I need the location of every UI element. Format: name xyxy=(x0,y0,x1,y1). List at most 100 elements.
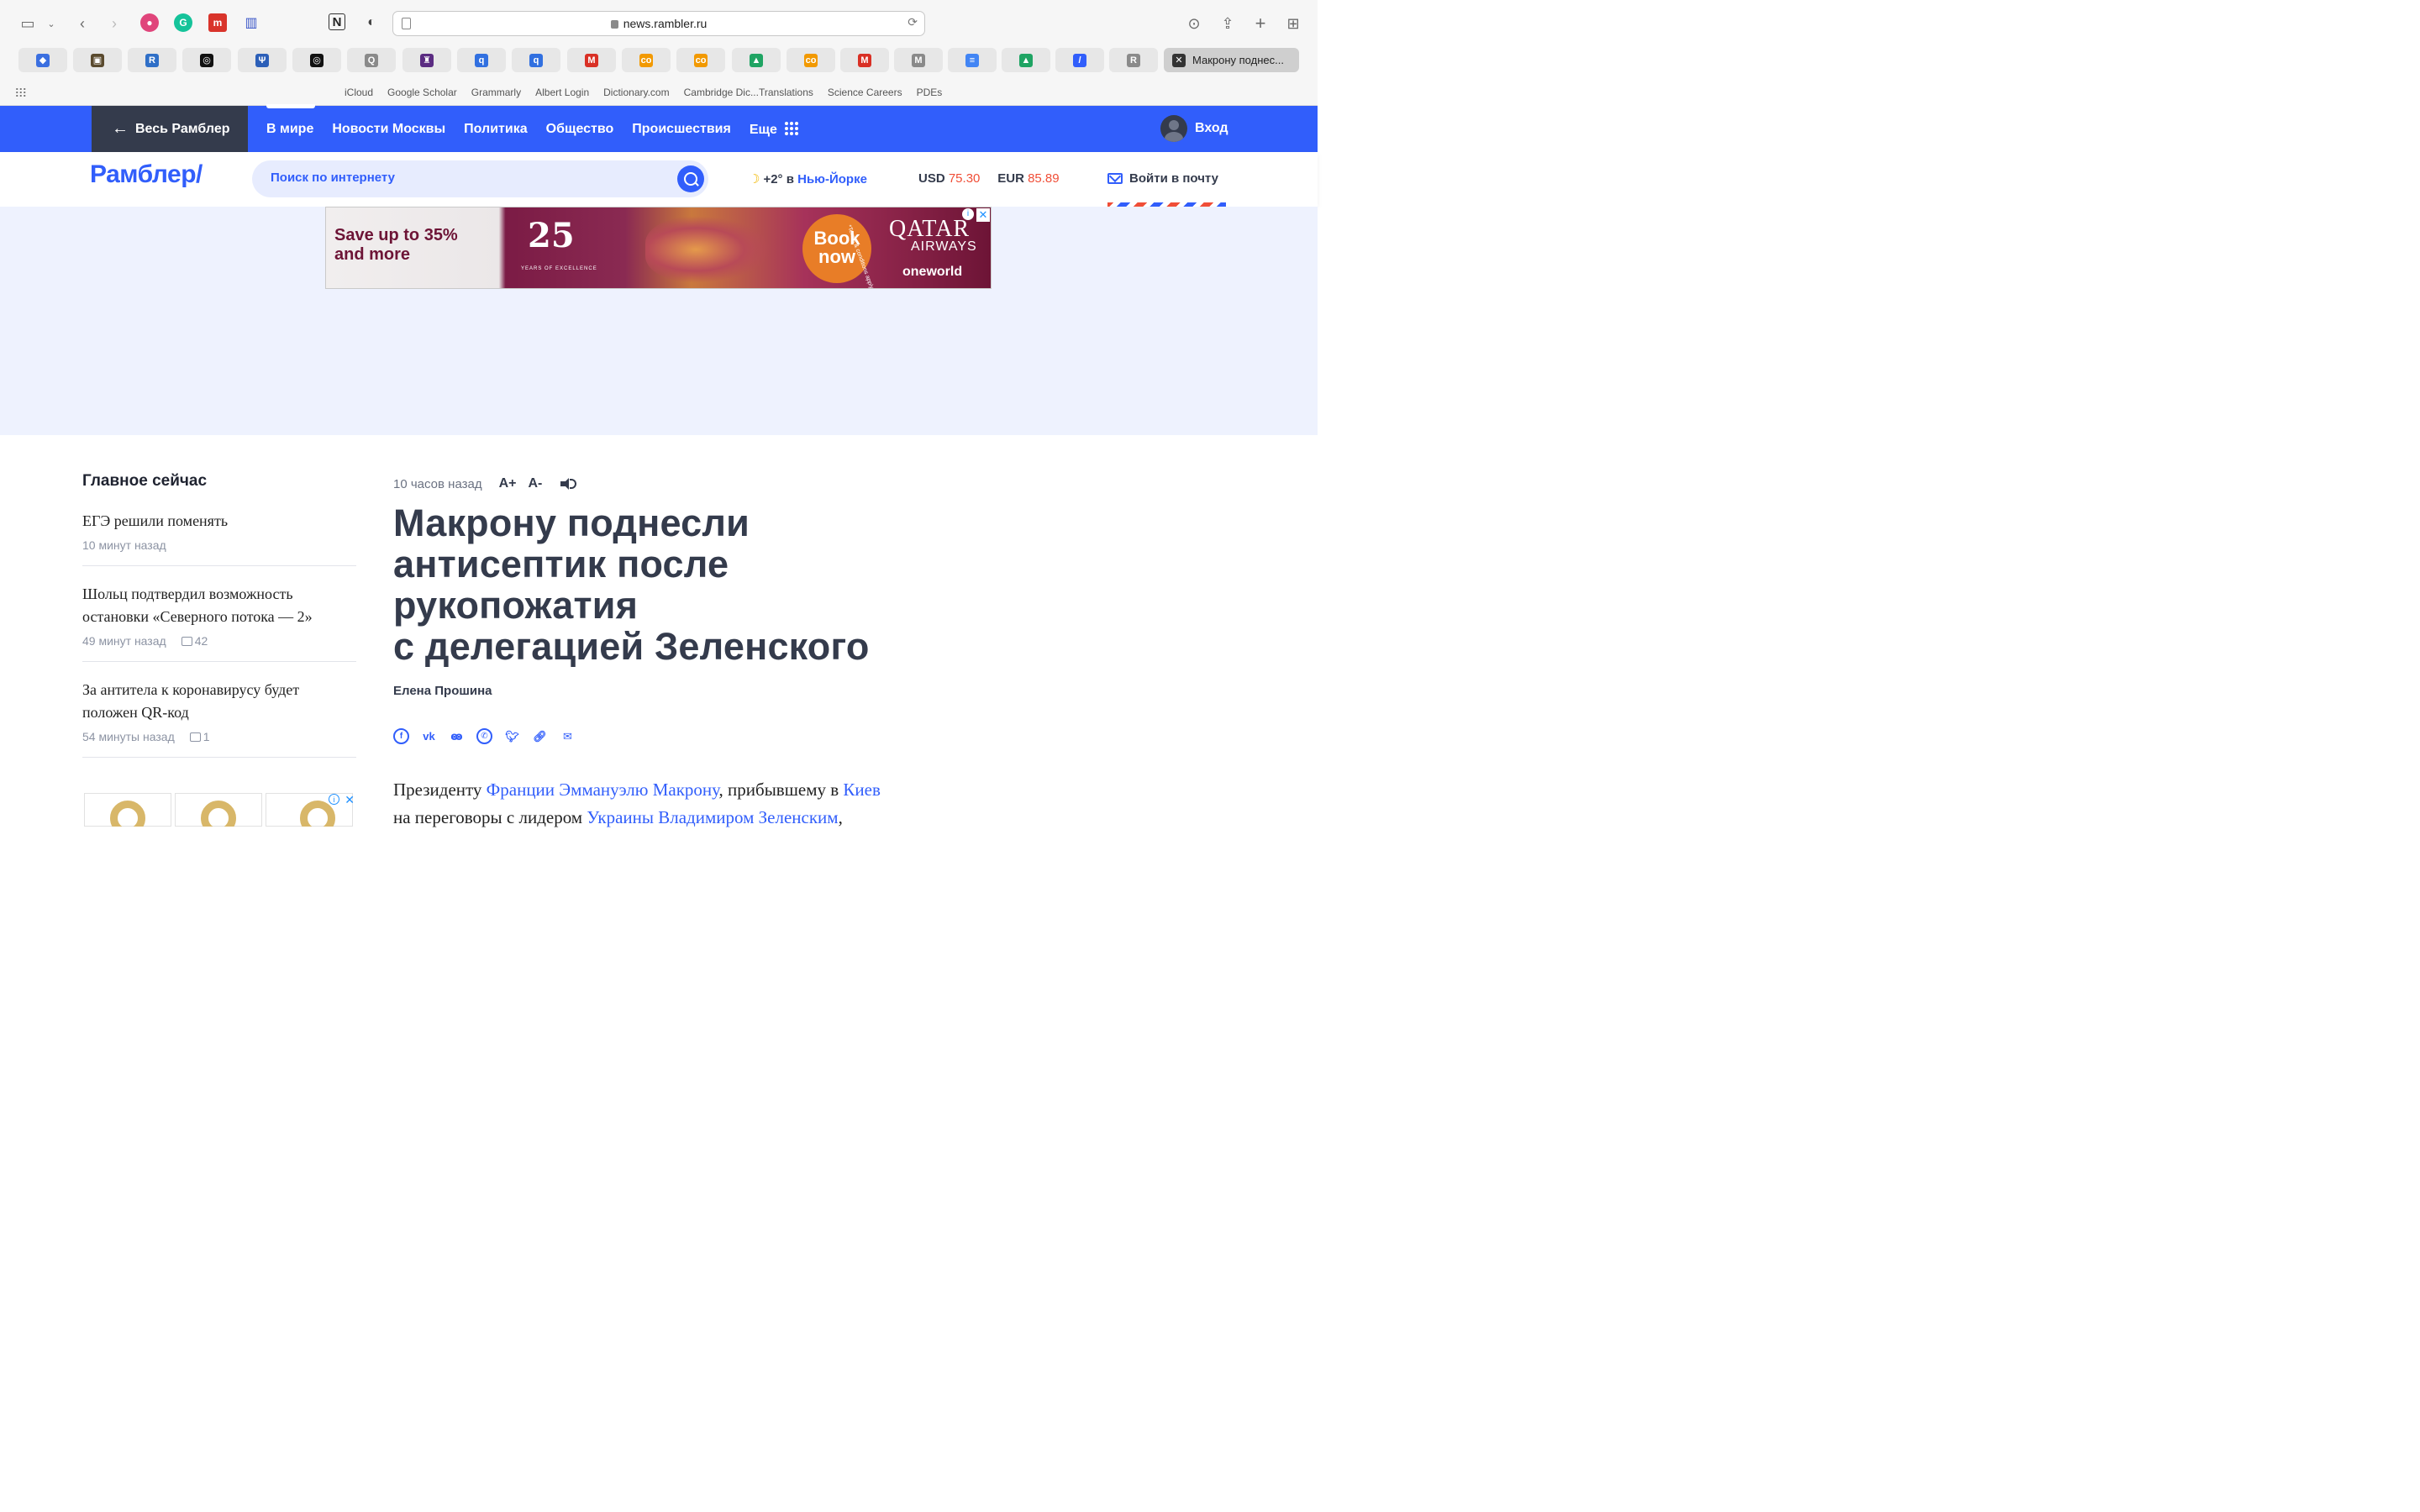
search-input[interactable] xyxy=(271,171,666,185)
tab[interactable]: co xyxy=(676,48,725,72)
search-icon[interactable] xyxy=(677,165,704,192)
download-icon[interactable]: ⊙ xyxy=(1182,12,1206,35)
link-kiev[interactable]: Киев xyxy=(843,780,880,800)
qatar-ad-banner[interactable]: Save up to 35% and more 25 YEARS OF EXCE… xyxy=(325,207,992,289)
new-tab-icon[interactable]: + xyxy=(1249,12,1272,35)
ad-product-image[interactable] xyxy=(266,793,353,827)
shield-icon[interactable]: ◐ xyxy=(362,13,381,32)
speaker-icon[interactable] xyxy=(560,478,577,490)
close-tab-icon[interactable]: ✕ xyxy=(1172,53,1186,67)
all-rambler-button[interactable]: ← Весь Рамблер xyxy=(92,106,248,152)
news-title[interactable]: За антитела к коронавирусу будет положен… xyxy=(82,679,356,724)
email-icon[interactable]: ✉ xyxy=(560,728,576,744)
tab[interactable]: M xyxy=(894,48,943,72)
mendeley-icon[interactable]: m xyxy=(208,13,227,32)
tab[interactable]: ♜ xyxy=(402,48,451,72)
adchoices-icon[interactable]: i xyxy=(962,208,974,220)
chart-extension-icon[interactable]: ▥ xyxy=(242,13,260,32)
body-text: на переговоры с лидером xyxy=(393,807,587,827)
favorite-link[interactable]: iCloud xyxy=(345,87,373,98)
odnoklassniki-icon[interactable]: ꙭ xyxy=(449,728,465,744)
tab[interactable]: q xyxy=(512,48,560,72)
news-title[interactable]: ЕГЭ решили поменять xyxy=(82,510,356,533)
whatsapp-icon[interactable]: ✆ xyxy=(476,728,492,744)
address-bar[interactable]: news.rambler.ru ⟳ xyxy=(392,11,925,36)
adchoices-icon[interactable]: i xyxy=(329,794,339,805)
tab[interactable]: M xyxy=(840,48,889,72)
close-ad-icon[interactable]: ✕ xyxy=(345,793,355,807)
tab[interactable]: M xyxy=(567,48,616,72)
comment-count[interactable]: 1 xyxy=(190,730,210,743)
rambler-logo[interactable]: Рамблер/ xyxy=(90,160,203,189)
extension-bird-icon[interactable]: ● xyxy=(140,13,159,32)
tab[interactable]: / xyxy=(1055,48,1104,72)
tab[interactable]: R xyxy=(128,48,176,72)
facebook-icon[interactable]: f xyxy=(393,728,409,744)
openai-icon: ◎ xyxy=(200,53,213,67)
ad-book-now-button[interactable]: Book now xyxy=(802,214,871,283)
list-item[interactable]: Шольц подтвердил возможность остановки «… xyxy=(82,583,356,662)
nav-item-moscow[interactable]: Новости Москвы xyxy=(332,122,445,137)
nav-item-incidents[interactable]: Происшествия xyxy=(632,122,731,137)
tab[interactable]: Q xyxy=(347,48,396,72)
comment-count[interactable]: 42 xyxy=(182,634,208,648)
link-ukraine-zelensky[interactable]: Украины Владимиром Зеленским xyxy=(587,807,838,827)
ad-product-image[interactable] xyxy=(175,793,262,827)
lock-icon xyxy=(610,20,618,29)
tab[interactable]: ◎ xyxy=(182,48,231,72)
share-bar: f vk ꙭ ✆ 🐦︎ 🔗︎ ✉ xyxy=(393,728,914,744)
favorite-link[interactable]: Google Scholar xyxy=(387,87,457,98)
list-item[interactable]: ЕГЭ решили поменять 10 минут назад xyxy=(82,510,356,566)
chevron-down-icon[interactable]: ⌄ xyxy=(39,12,63,35)
weather-city[interactable]: Нью-Йорке xyxy=(797,172,867,186)
tab[interactable]: Ψ xyxy=(238,48,287,72)
nav-item-world[interactable]: В мире xyxy=(266,103,316,137)
favorite-link[interactable]: Grammarly xyxy=(471,87,521,98)
reload-icon[interactable]: ⟳ xyxy=(908,15,918,29)
link-icon[interactable]: 🔗︎ xyxy=(532,728,548,744)
news-title[interactable]: Шольц подтвердил возможность остановки «… xyxy=(82,583,356,628)
list-item[interactable]: За антитела к коронавирусу будет положен… xyxy=(82,679,356,758)
favorites-grid-icon[interactable] xyxy=(15,87,27,97)
link-france-macron[interactable]: Франции Эммануэлю Макрону xyxy=(487,780,719,800)
twitter-icon[interactable]: 🐦︎ xyxy=(504,728,520,744)
tab-active[interactable]: ✕ Макрону поднес... xyxy=(1164,48,1299,72)
tab[interactable]: q xyxy=(457,48,506,72)
login-button[interactable]: Вход xyxy=(1160,115,1228,142)
tab[interactable]: R xyxy=(1109,48,1158,72)
font-decrease-button[interactable]: A- xyxy=(529,476,543,491)
nav-item-more[interactable]: Еще xyxy=(750,120,799,138)
tab[interactable]: ▣ xyxy=(73,48,122,72)
article-author[interactable]: Елена Прошина xyxy=(393,684,914,698)
nav-item-society[interactable]: Общество xyxy=(546,122,614,137)
notion-icon[interactable]: N xyxy=(329,13,345,30)
forward-icon[interactable]: › xyxy=(103,12,126,35)
tab[interactable]: ▲ xyxy=(1002,48,1050,72)
favorite-link[interactable]: Cambridge Dic...Translations xyxy=(684,87,813,98)
favorite-link[interactable]: PDEs xyxy=(917,87,943,98)
favorite-link[interactable]: Albert Login xyxy=(535,87,589,98)
mail-login-button[interactable]: Войти в почту xyxy=(1107,171,1218,186)
tab[interactable]: ◆ xyxy=(18,48,67,72)
sidebar-toggle-icon[interactable]: ▭ xyxy=(16,12,39,35)
tab[interactable]: ◎ xyxy=(292,48,341,72)
r-logo-icon: R xyxy=(145,53,159,67)
grammarly-icon[interactable]: G xyxy=(174,13,192,32)
favorite-link[interactable]: Dictionary.com xyxy=(603,87,669,98)
nav-item-politics[interactable]: Политика xyxy=(464,122,527,137)
tab-overview-icon[interactable]: ⊞ xyxy=(1281,12,1305,35)
ad-product-image[interactable] xyxy=(84,793,171,827)
back-icon[interactable]: ‹ xyxy=(71,12,94,35)
vk-icon[interactable]: vk xyxy=(421,728,437,744)
tab[interactable]: ≡ xyxy=(948,48,997,72)
share-icon[interactable]: ⇪ xyxy=(1216,12,1239,35)
weather-widget[interactable]: ☽ +2° в Нью-Йорке xyxy=(749,171,867,186)
favorite-link[interactable]: Science Careers xyxy=(828,87,902,98)
sidebar-ad[interactable]: i ✕ xyxy=(82,793,356,827)
close-ad-icon[interactable]: ✕ xyxy=(976,208,990,222)
tab[interactable]: co xyxy=(786,48,835,72)
font-increase-button[interactable]: A+ xyxy=(499,476,517,491)
currency-rates[interactable]: USD 75.30 EUR 85.89 xyxy=(918,171,1060,186)
tab[interactable]: ▲ xyxy=(732,48,781,72)
tab[interactable]: co xyxy=(622,48,671,72)
